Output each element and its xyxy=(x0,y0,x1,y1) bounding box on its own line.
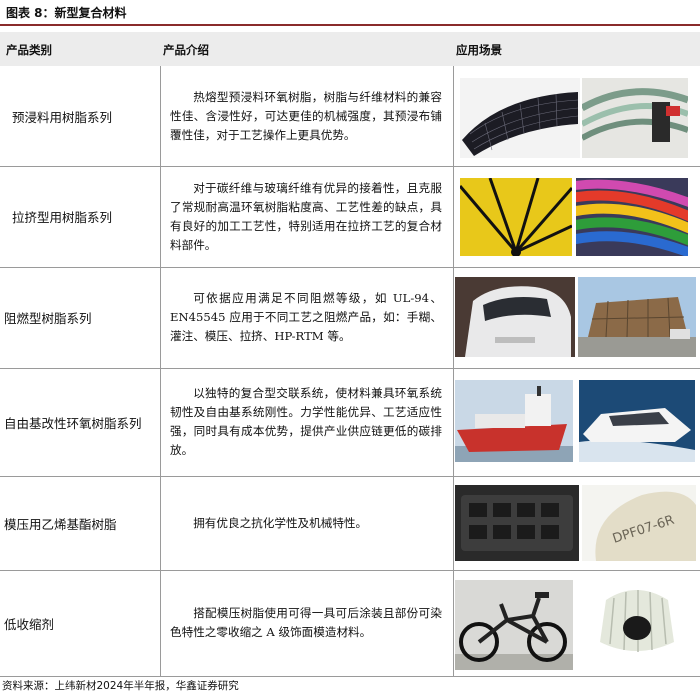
table-header: 产品类别 产品介绍 应用场景 xyxy=(0,32,700,66)
header-intro: 产品介绍 xyxy=(163,43,209,57)
yacht-photo xyxy=(579,380,695,462)
bicycle-photo xyxy=(455,580,573,670)
row-intro: 搭配模压树脂使用可得一具可后涂装且部份可染色特性之零收缩之 A 级饰面模造材料。 xyxy=(170,606,442,639)
header-scene: 应用场景 xyxy=(456,43,502,57)
molded-part-photo xyxy=(455,485,579,561)
source-note: 资料来源：上纬新材2024年半年报，华鑫证券研究 xyxy=(2,680,239,692)
building-photo xyxy=(578,277,696,357)
row-intro: 可依据应用满足不同阻燃等级，如 UL-94、EN45545 应用于不同工艺之阻燃… xyxy=(170,291,442,343)
ship-photo xyxy=(455,380,573,462)
row-category: 低收缩剂 xyxy=(4,616,55,632)
solar-panel-photo xyxy=(460,78,580,158)
cables-photo xyxy=(582,78,688,158)
row-intro: 拥有优良之抗化学性及机械特性。 xyxy=(193,515,368,530)
table-row: 低收缩剂 搭配模压树脂使用可得一具可后涂装且部份可染色特性之零收缩之 A 级饰面… xyxy=(0,570,700,677)
table-row: 预浸料用树脂系列 热熔型预浸料环氧树脂，树脂与纤维材料的兼容性佳、含浸性好，可达… xyxy=(0,66,700,167)
table-row: 拉挤型用树脂系列 对于碳纤维与玻璃纤维有优异的接着性，且克服了常规耐高温环氧树脂… xyxy=(0,166,700,268)
lamp-photo xyxy=(578,580,696,670)
row-category: 预浸料用树脂系列 xyxy=(12,109,113,125)
train-nose-photo xyxy=(455,277,575,357)
table-row: 模压用乙烯基酯树脂 拥有优良之抗化学性及机械特性。 DPF07-6R xyxy=(0,476,700,571)
table-row: 自由基改性环氧树脂系列 以独特的复合型交联系统，使材料兼具环氧系统韧性及自由基系… xyxy=(0,368,700,477)
umbrella-photo xyxy=(460,178,572,256)
figure-title: 图表 8：新型复合材料 xyxy=(6,6,127,20)
row-category: 自由基改性环氧树脂系列 xyxy=(4,415,142,431)
dpf-part-photo: DPF07-6R xyxy=(582,485,696,561)
row-intro: 热熔型预浸料环氧树脂，树脂与纤维材料的兼容性佳、含浸性好，可达更佳的机械强度，其… xyxy=(170,89,442,142)
row-intro: 以独特的复合型交联系统，使材料兼具环氧系统韧性及自由基系统刚性。力学性能优异、工… xyxy=(170,386,442,457)
table-row: 阻燃型树脂系列 可依据应用满足不同阻燃等级，如 UL-94、EN45545 应用… xyxy=(0,267,700,369)
row-intro: 对于碳纤维与玻璃纤维有优异的接着性，且克服了常规耐高温环氧树脂粘度高、工艺性差的… xyxy=(170,180,442,252)
row-category: 阻燃型树脂系列 xyxy=(4,311,92,326)
colored-rods-photo xyxy=(576,178,688,256)
header-category: 产品类别 xyxy=(6,43,52,57)
row-category: 拉挤型用树脂系列 xyxy=(12,210,113,225)
row-category: 模压用乙烯基酯树脂 xyxy=(4,516,117,532)
title-rule xyxy=(0,24,700,26)
